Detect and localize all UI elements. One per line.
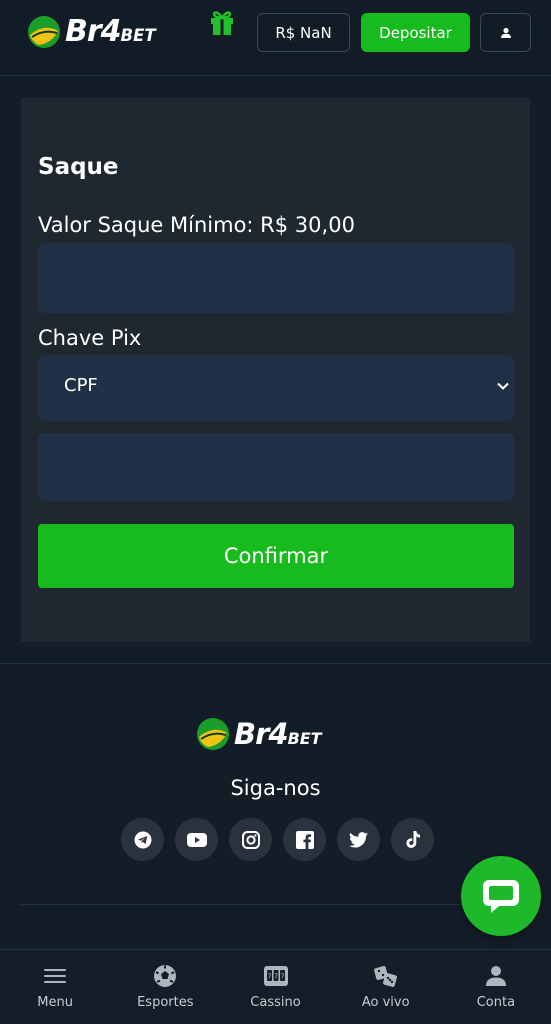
- brand-logo[interactable]: Br4BET: [27, 14, 156, 49]
- facebook-link[interactable]: [283, 818, 326, 861]
- slot-machine-icon: 7 7 7: [263, 966, 288, 986]
- gift-icon[interactable]: [207, 7, 237, 37]
- facebook-icon: [295, 830, 314, 849]
- youtube-icon: [186, 832, 207, 847]
- user-icon: [485, 966, 506, 986]
- tiktok-icon: [405, 830, 420, 848]
- section-divider: [0, 663, 551, 664]
- footer-brand-logo: Br4BET: [196, 717, 322, 751]
- pix-key-type-select[interactable]: CPF: [38, 355, 514, 421]
- nav-item-cassino[interactable]: 7 7 7 Cassino: [220, 950, 330, 1024]
- account-button[interactable]: [480, 13, 531, 52]
- withdraw-card: Saque Valor Saque Mínimo: R$ 30,00 Chave…: [21, 98, 530, 642]
- nav-label-cassino: Cassino: [250, 995, 301, 1010]
- nav-label-menu: Menu: [37, 995, 73, 1010]
- pix-key-type-value: CPF: [64, 375, 98, 396]
- min-amount-label: Valor Saque Mínimo: R$ 30,00: [38, 213, 355, 237]
- nav-item-ao-vivo[interactable]: Ao vivo: [331, 950, 441, 1024]
- nav-label-esportes: Esportes: [137, 995, 194, 1010]
- pix-key-input[interactable]: [38, 433, 514, 501]
- twitter-link[interactable]: [337, 818, 380, 861]
- nav-item-conta[interactable]: Conta: [441, 950, 551, 1024]
- balance-button[interactable]: R$ NaN: [257, 13, 350, 52]
- logo-wordmark: Br4BET: [65, 14, 156, 49]
- nav-label-conta: Conta: [476, 995, 516, 1010]
- footer-divider: [21, 904, 530, 905]
- nav-item-esportes[interactable]: Esportes: [110, 950, 220, 1024]
- twitter-icon: [349, 831, 368, 848]
- chat-button[interactable]: [461, 856, 541, 936]
- svg-text:7: 7: [267, 973, 271, 981]
- top-header: Br4BET R$ NaN Depositar: [0, 0, 551, 76]
- logo-ball-icon: [28, 15, 60, 48]
- logo-wordmark: Br4BET: [234, 717, 322, 751]
- confirm-button[interactable]: Confirmar: [38, 524, 514, 588]
- amount-input[interactable]: [38, 243, 514, 313]
- youtube-link[interactable]: [175, 818, 218, 861]
- telegram-link[interactable]: [121, 818, 164, 861]
- telegram-icon: [134, 831, 151, 848]
- menu-icon: [44, 969, 67, 983]
- nav-item-menu[interactable]: Menu: [0, 950, 110, 1024]
- nav-label-ao-vivo: Ao vivo: [361, 995, 410, 1010]
- bottom-navigation: Menu Esportes 7 7 7 Cassino Ao vivo Cont…: [0, 949, 551, 1024]
- chat-bubble-icon: [483, 880, 519, 913]
- social-links: [121, 818, 434, 861]
- user-icon: [500, 27, 511, 38]
- instagram-icon: [241, 830, 260, 849]
- dice-icon: [373, 966, 397, 987]
- pix-key-label: Chave Pix: [38, 326, 142, 350]
- logo-ball-icon: [197, 718, 229, 750]
- follow-us-title: Siga-nos: [230, 776, 321, 800]
- soccer-ball-icon: [154, 965, 177, 987]
- tiktok-link[interactable]: [391, 818, 434, 861]
- chevron-down-icon: [497, 382, 509, 390]
- instagram-link[interactable]: [229, 818, 272, 861]
- withdraw-title: Saque: [38, 154, 119, 180]
- svg-text:7: 7: [273, 973, 277, 981]
- svg-text:7: 7: [280, 973, 284, 981]
- deposit-button[interactable]: Depositar: [361, 13, 470, 52]
